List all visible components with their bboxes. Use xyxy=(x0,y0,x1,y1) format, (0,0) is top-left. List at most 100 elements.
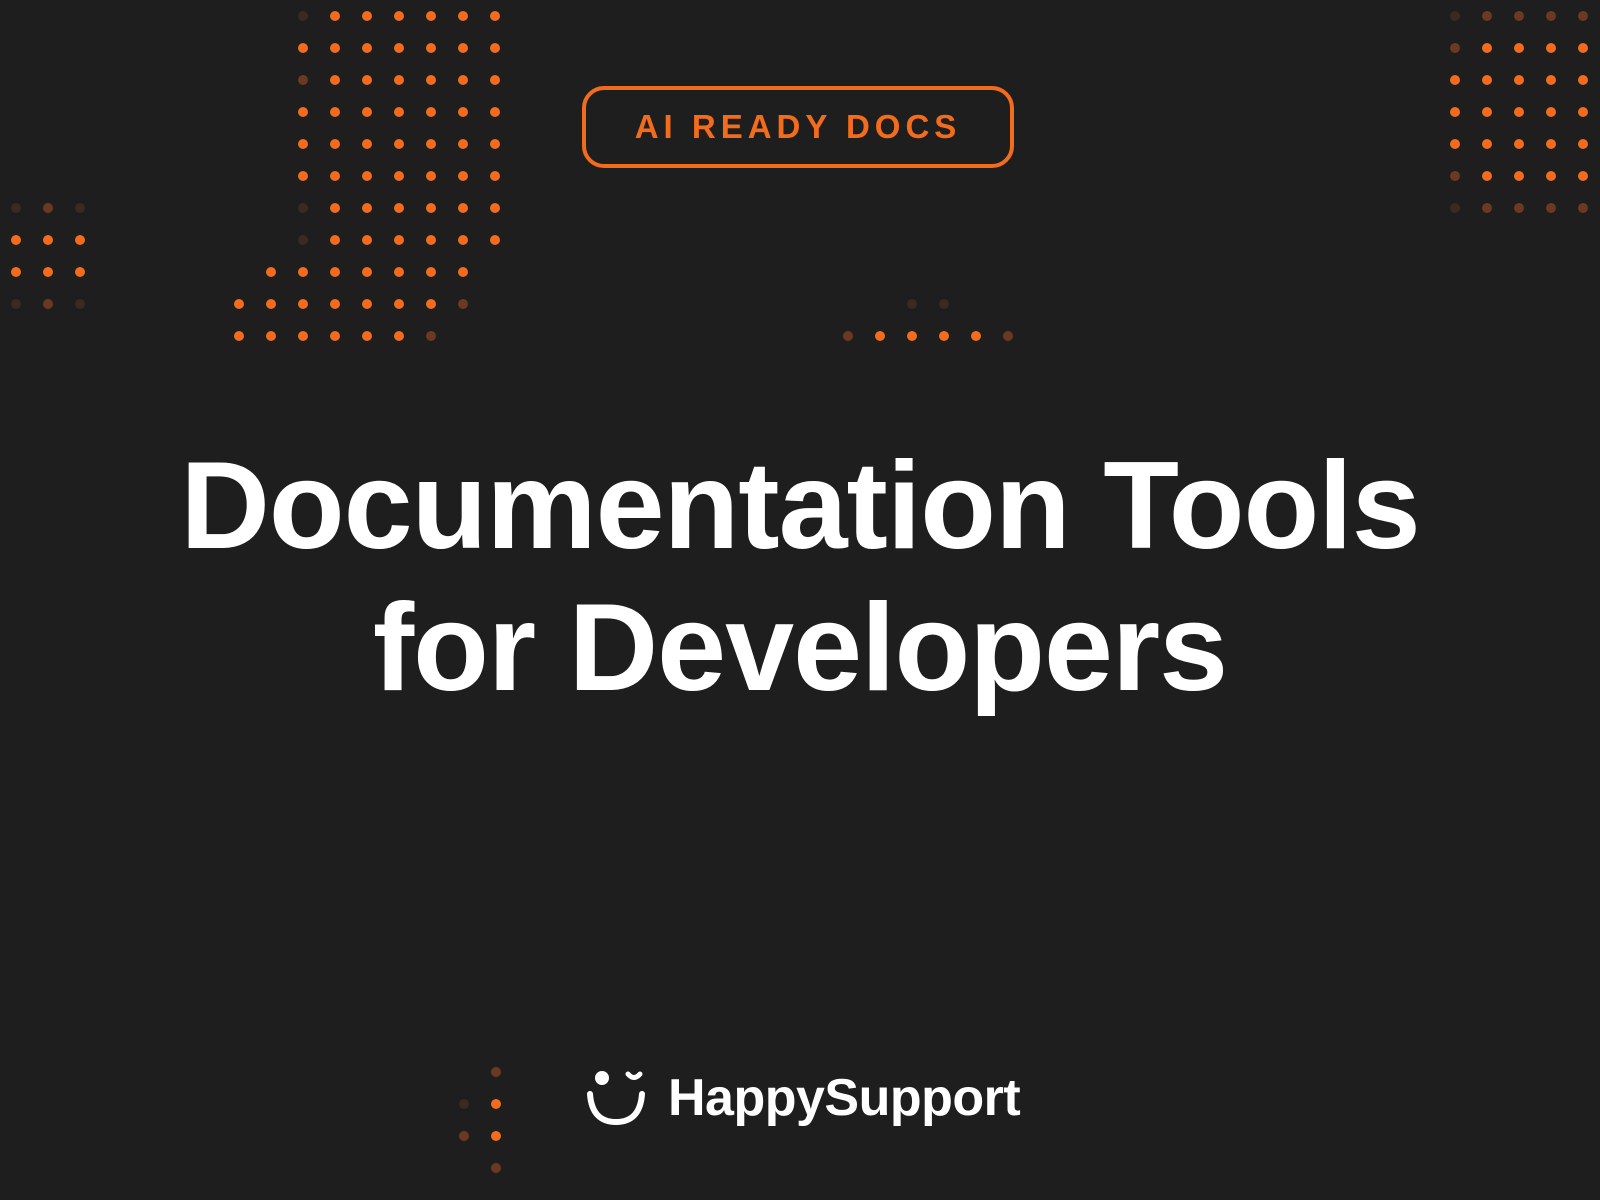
decorative-dot xyxy=(394,235,404,245)
decorative-dot xyxy=(394,107,404,117)
brand-name: HappySupport xyxy=(668,1069,1021,1127)
decorative-dot xyxy=(491,1131,501,1141)
decorative-dot xyxy=(1482,139,1492,149)
decorative-dot xyxy=(1514,11,1524,21)
decorative-dot xyxy=(939,299,949,309)
decorative-dot xyxy=(1546,139,1556,149)
decorative-dot xyxy=(490,235,500,245)
decorative-dot xyxy=(362,43,372,53)
decorative-dot xyxy=(298,75,308,85)
decorative-dot xyxy=(75,235,85,245)
decorative-dot xyxy=(394,331,404,341)
decorative-dot xyxy=(1450,139,1460,149)
decorative-dot xyxy=(394,11,404,21)
decorative-dot xyxy=(458,267,468,277)
decorative-dot xyxy=(234,299,244,309)
decorative-dot xyxy=(1546,171,1556,181)
decorative-dot xyxy=(491,1067,501,1077)
decorative-dot xyxy=(458,171,468,181)
decorative-dot xyxy=(43,267,53,277)
decorative-dot xyxy=(330,203,340,213)
decorative-dot xyxy=(362,203,372,213)
decorative-dot xyxy=(1450,107,1460,117)
decorative-dot xyxy=(362,267,372,277)
decorative-dot xyxy=(298,299,308,309)
decorative-dot xyxy=(330,235,340,245)
decorative-dot xyxy=(1514,203,1524,213)
decorative-dot xyxy=(458,107,468,117)
decorative-dot xyxy=(1546,107,1556,117)
decorative-dot xyxy=(1578,107,1588,117)
ai-ready-docs-badge: AI READY DOCS xyxy=(582,86,1014,168)
decorative-dot xyxy=(459,1131,469,1141)
decorative-dot xyxy=(490,171,500,181)
decorative-dot xyxy=(1514,171,1524,181)
decorative-dot xyxy=(394,139,404,149)
decorative-dot xyxy=(426,235,436,245)
decorative-dot xyxy=(298,11,308,21)
decorative-dot xyxy=(330,331,340,341)
decorative-dot xyxy=(426,139,436,149)
decorative-dot xyxy=(298,43,308,53)
decorative-dot xyxy=(907,299,917,309)
decorative-dot xyxy=(1578,203,1588,213)
decorative-dot xyxy=(458,43,468,53)
decorative-dot xyxy=(43,203,53,213)
decorative-dot xyxy=(362,75,372,85)
decorative-dot xyxy=(1546,75,1556,85)
title-line-1: Documentation Tools xyxy=(180,437,1420,575)
decorative-dot xyxy=(266,267,276,277)
decorative-dot xyxy=(459,1099,469,1109)
decorative-dot xyxy=(490,139,500,149)
decorative-dot xyxy=(426,11,436,21)
decorative-dot xyxy=(458,235,468,245)
decorative-dot xyxy=(330,299,340,309)
decorative-dot xyxy=(394,43,404,53)
brand-logo: HappySupport xyxy=(584,1068,1021,1128)
decorative-dot xyxy=(426,299,436,309)
decorative-dot xyxy=(491,1163,501,1173)
decorative-dot xyxy=(458,75,468,85)
decorative-dot xyxy=(458,139,468,149)
decorative-dot xyxy=(1450,75,1460,85)
decorative-dot xyxy=(362,171,372,181)
decorative-dot xyxy=(1450,43,1460,53)
decorative-dot xyxy=(330,139,340,149)
decorative-dot xyxy=(394,203,404,213)
decorative-dot xyxy=(234,331,244,341)
decorative-dot xyxy=(1514,75,1524,85)
decorative-dot xyxy=(426,107,436,117)
decorative-dot xyxy=(43,299,53,309)
decorative-dot xyxy=(298,171,308,181)
decorative-dot xyxy=(266,299,276,309)
decorative-dot xyxy=(1546,11,1556,21)
decorative-dot xyxy=(330,107,340,117)
decorative-dot xyxy=(490,11,500,21)
decorative-dot xyxy=(1578,171,1588,181)
decorative-dot xyxy=(298,107,308,117)
decorative-dot xyxy=(1482,11,1492,21)
decorative-dot xyxy=(362,299,372,309)
decorative-dot xyxy=(426,331,436,341)
decorative-dot xyxy=(939,331,949,341)
decorative-dot xyxy=(1450,11,1460,21)
decorative-dot xyxy=(330,43,340,53)
decorative-dot xyxy=(1578,43,1588,53)
decorative-dot xyxy=(394,75,404,85)
decorative-dot xyxy=(1450,203,1460,213)
decorative-dot xyxy=(75,203,85,213)
decorative-dot xyxy=(1514,139,1524,149)
decorative-dot xyxy=(458,203,468,213)
decorative-dot xyxy=(266,331,276,341)
decorative-dot xyxy=(875,331,885,341)
decorative-dot xyxy=(491,1099,501,1109)
decorative-dot xyxy=(1482,107,1492,117)
decorative-dot xyxy=(1482,203,1492,213)
decorative-dot xyxy=(971,331,981,341)
decorative-dot xyxy=(490,75,500,85)
decorative-dot xyxy=(1450,171,1460,181)
decorative-dot xyxy=(330,11,340,21)
decorative-dot xyxy=(298,139,308,149)
decorative-dot xyxy=(426,171,436,181)
decorative-dot xyxy=(490,43,500,53)
